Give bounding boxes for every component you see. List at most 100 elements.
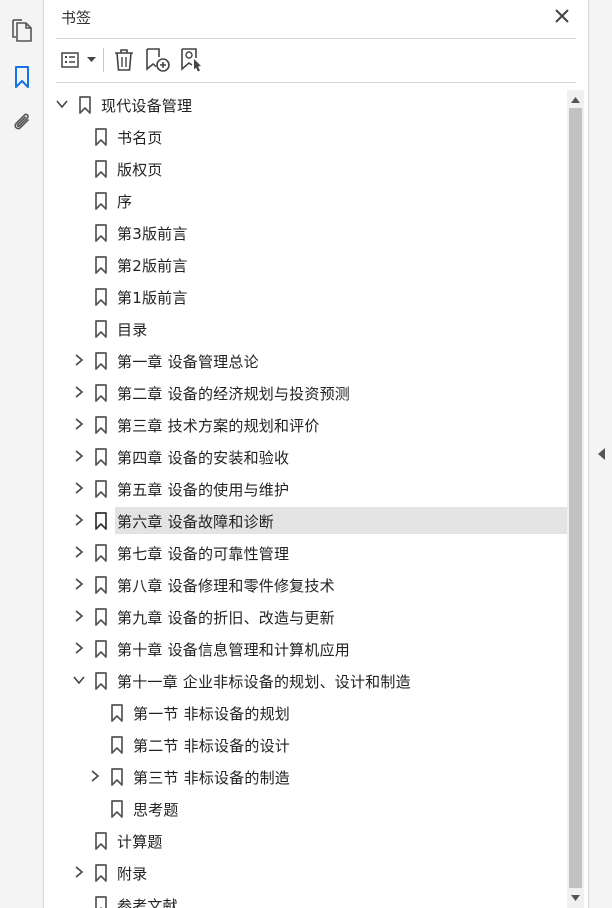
bookmark-icon <box>110 736 124 754</box>
bookmark-label: 书名页 <box>117 129 163 147</box>
bookmark-item[interactable]: 第三章 技术方案的规划和评价 <box>45 411 567 438</box>
bookmark-icon <box>94 192 108 210</box>
bookmark-item[interactable]: 书名页 <box>45 123 567 150</box>
chevron-right-icon[interactable] <box>72 577 86 591</box>
bookmark-structure-icon <box>181 48 201 72</box>
bookmark-icon <box>94 544 108 562</box>
trash-icon <box>115 49 133 71</box>
bookmark-item[interactable]: 第三节 非标设备的制造 <box>45 763 567 790</box>
bookmark-label: 第四章 设备的安装和验收 <box>117 449 290 467</box>
chevron-right-icon[interactable] <box>72 609 86 623</box>
bookmark-label: 第1版前言 <box>117 289 188 307</box>
bookmark-icon <box>78 96 92 114</box>
bookmark-icon <box>94 832 108 850</box>
header-divider <box>56 38 576 39</box>
bookmark-icon <box>94 224 108 242</box>
chevron-right-icon[interactable] <box>72 481 86 495</box>
new-bookmark-from-structure-button[interactable] <box>178 46 206 74</box>
bookmark-icon <box>94 672 108 690</box>
chevron-right-icon[interactable] <box>72 385 86 399</box>
bookmark-icon <box>94 256 108 274</box>
vertical-scrollbar[interactable] <box>567 90 584 908</box>
bookmarks-icon[interactable] <box>8 63 36 91</box>
bookmark-label: 计算题 <box>117 833 163 851</box>
bookmark-label: 序 <box>117 193 133 211</box>
chevron-down-icon <box>86 57 96 62</box>
toolbar-separator <box>103 48 104 72</box>
bookmark-icon <box>94 864 108 882</box>
bookmark-item[interactable]: 第2版前言 <box>45 251 567 278</box>
right-pane-strip <box>588 0 612 908</box>
bookmark-item[interactable]: 第二节 非标设备的设计 <box>45 731 567 758</box>
attachments-icon[interactable] <box>8 109 36 137</box>
bookmark-label: 第一节 非标设备的规划 <box>133 705 290 723</box>
bookmark-item[interactable]: 第五章 设备的使用与维护 <box>45 475 567 502</box>
bookmark-item[interactable]: 序 <box>45 187 567 214</box>
chevron-down-icon[interactable] <box>72 673 86 687</box>
bookmark-item[interactable]: 计算题 <box>45 827 567 854</box>
bookmark-item[interactable]: 第六章 设备故障和诊断 <box>45 507 567 534</box>
bookmark-item[interactable]: 第3版前言 <box>45 219 567 246</box>
bookmark-item[interactable]: 目录 <box>45 315 567 342</box>
chevron-right-icon[interactable] <box>72 545 86 559</box>
bookmark-item[interactable]: 参考文献 <box>45 891 567 908</box>
chevron-down-icon[interactable] <box>55 97 69 111</box>
options-menu-button[interactable] <box>59 46 97 74</box>
bookmark-label: 第3版前言 <box>117 225 188 243</box>
bookmark-label: 附录 <box>117 865 148 883</box>
bookmark-icon <box>94 288 108 306</box>
bookmark-item[interactable]: 现代设备管理 <box>45 91 567 118</box>
scroll-down-button[interactable] <box>567 890 584 906</box>
bookmark-icon <box>110 768 124 786</box>
panel-title: 书签 <box>61 9 92 27</box>
bookmark-icon <box>94 384 108 402</box>
bookmark-item[interactable]: 第一节 非标设备的规划 <box>45 699 567 726</box>
bookmark-item[interactable]: 第九章 设备的折旧、改造与更新 <box>45 603 567 630</box>
scroll-down-icon <box>571 895 580 901</box>
delete-bookmark-button[interactable] <box>111 46 137 74</box>
bookmark-item[interactable]: 第1版前言 <box>45 283 567 310</box>
triangle-left-icon <box>597 448 605 460</box>
bookmark-label: 现代设备管理 <box>101 97 193 115</box>
bookmark-label: 第十章 设备信息管理和计算机应用 <box>117 641 350 659</box>
bookmark-item[interactable]: 第一章 设备管理总论 <box>45 347 567 374</box>
close-icon <box>555 9 569 23</box>
bookmark-icon <box>94 416 108 434</box>
bookmark-item[interactable]: 第四章 设备的安装和验收 <box>45 443 567 470</box>
chevron-right-icon[interactable] <box>72 449 86 463</box>
bookmark-label: 第一章 设备管理总论 <box>117 353 259 371</box>
chevron-right-icon[interactable] <box>72 865 86 879</box>
bookmark-label: 版权页 <box>117 161 163 179</box>
bookmark-icon <box>94 608 108 626</box>
bookmark-item[interactable]: 第十一章 企业非标设备的规划、设计和制造 <box>45 667 567 694</box>
bookmark-item[interactable]: 第七章 设备的可靠性管理 <box>45 539 567 566</box>
bookmark-item[interactable]: 附录 <box>45 859 567 886</box>
new-bookmark-button[interactable] <box>144 46 172 74</box>
bookmark-item[interactable]: 版权页 <box>45 155 567 182</box>
collapse-pane-button[interactable] <box>595 446 607 462</box>
scroll-up-button[interactable] <box>567 92 584 108</box>
scroll-thumb[interactable] <box>569 108 582 888</box>
bookmark-icon <box>94 320 108 338</box>
page-thumbnails-icon[interactable] <box>8 17 36 45</box>
bookmark-label: 第七章 设备的可靠性管理 <box>117 545 290 563</box>
bookmark-label: 第三章 技术方案的规划和评价 <box>117 417 320 435</box>
bookmark-item[interactable]: 思考题 <box>45 795 567 822</box>
bookmark-item[interactable]: 第八章 设备修理和零件修复技术 <box>45 571 567 598</box>
close-panel-button[interactable] <box>552 6 572 26</box>
chevron-right-icon[interactable] <box>72 353 86 367</box>
scroll-up-icon <box>571 97 580 103</box>
bookmark-label: 目录 <box>117 321 148 339</box>
bookmark-item[interactable]: 第十章 设备信息管理和计算机应用 <box>45 635 567 662</box>
bookmarks-tree: 现代设备管理书名页版权页序第3版前言第2版前言第1版前言目录第一章 设备管理总论… <box>45 90 567 908</box>
bookmark-item[interactable]: 第二章 设备的经济规划与投资预测 <box>45 379 567 406</box>
navigation-rail <box>0 0 44 908</box>
bookmark-label: 参考文献 <box>117 897 178 908</box>
chevron-right-icon[interactable] <box>72 641 86 655</box>
chevron-right-icon[interactable] <box>72 417 86 431</box>
chevron-right-icon[interactable] <box>88 769 102 783</box>
bookmark-icon <box>110 704 124 722</box>
chevron-right-icon[interactable] <box>72 513 86 527</box>
toolbar-divider <box>56 82 576 83</box>
bookmark-icon <box>94 128 108 146</box>
